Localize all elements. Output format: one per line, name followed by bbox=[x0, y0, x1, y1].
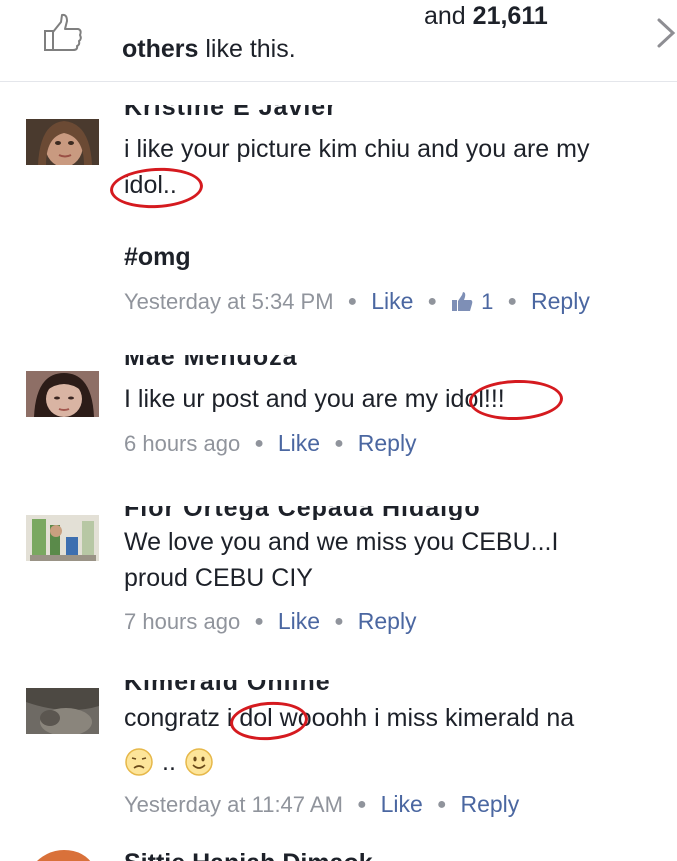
like-link[interactable]: Like bbox=[278, 430, 320, 457]
likes-others: others bbox=[122, 35, 199, 63]
commenter-name[interactable]: Flor Ortega Cepada Hidalgo bbox=[124, 506, 624, 520]
likes-count-badge[interactable]: 1 bbox=[481, 289, 493, 315]
likes-count: 21,611 bbox=[472, 2, 548, 30]
like-link[interactable]: Like bbox=[371, 288, 413, 315]
smile-face-emoji-icon bbox=[185, 748, 213, 776]
avatar[interactable] bbox=[26, 846, 99, 861]
separator-dot: ● bbox=[347, 292, 358, 310]
avatar[interactable] bbox=[26, 515, 99, 561]
chevron-right-icon[interactable] bbox=[654, 16, 677, 50]
comment-text-line: proud CEBU CIY bbox=[124, 564, 313, 592]
timestamp: Yesterday at 11:47 AM bbox=[124, 791, 343, 817]
comment-item: Kimerald Online congratz i dol wooohh i … bbox=[0, 662, 677, 842]
likes-count-line: and 21,611 bbox=[424, 2, 548, 31]
separator-dot: ● bbox=[254, 434, 264, 452]
avatar[interactable] bbox=[26, 371, 99, 417]
like-link[interactable]: Like bbox=[278, 608, 320, 635]
likes-others-line: others like this. bbox=[122, 35, 296, 64]
thumbs-up-icon[interactable] bbox=[42, 12, 84, 54]
avatar[interactable] bbox=[26, 688, 99, 734]
separator-dot: ● bbox=[507, 292, 518, 310]
sad-face-emoji-icon bbox=[125, 748, 153, 776]
timestamp: 7 hours ago bbox=[124, 608, 241, 634]
comment-meta: 7 hours ago ● Like ● Reply bbox=[124, 608, 417, 635]
comment-item: Flor Ortega Cepada Hidalgo We love you a… bbox=[0, 482, 677, 662]
comment-text-line: i like your picture kim chiu and you are… bbox=[124, 135, 590, 163]
timestamp: Yesterday at 5:34 PM bbox=[124, 288, 334, 314]
like-link[interactable]: Like bbox=[381, 791, 423, 818]
likes-suffix: like this. bbox=[205, 35, 296, 63]
comment-meta: 6 hours ago ● Like ● Reply bbox=[124, 430, 417, 457]
reply-link[interactable]: Reply bbox=[531, 288, 590, 315]
avatar[interactable] bbox=[26, 119, 99, 165]
thumbs-up-small-icon bbox=[452, 291, 473, 311]
separator-dot: ● bbox=[334, 434, 344, 452]
reply-link[interactable]: Reply bbox=[460, 791, 519, 818]
separator-dot: ● bbox=[334, 612, 344, 630]
reply-link[interactable]: Reply bbox=[358, 430, 417, 457]
comment-text: I like ur post and you are my idol!!! bbox=[124, 381, 664, 417]
comment-text: i like your picture kim chiu and you are… bbox=[124, 131, 664, 275]
comment-text: congratz i dol wooohh i miss kimerald na… bbox=[124, 700, 664, 780]
likes-summary[interactable]: and 21,611 others like this. bbox=[0, 0, 677, 82]
comment-meta: Yesterday at 5:34 PM ● Like ● 1 ● Reply bbox=[124, 288, 590, 315]
comment-text: We love you and we miss you CEBU...I pro… bbox=[124, 524, 664, 596]
commenter-name[interactable]: Kristine E Javier bbox=[124, 105, 624, 119]
commenter-name[interactable]: Sittie Haniah Dimaok bbox=[124, 846, 524, 861]
likes-prefix: and bbox=[424, 2, 466, 30]
commenter-name[interactable]: Kimerald Online bbox=[124, 680, 624, 694]
comment-text-line: We love you and we miss you CEBU...I bbox=[124, 528, 559, 556]
emoji-separator: .. bbox=[162, 748, 176, 776]
comment-item: Mae Mendoza I like ur post and you are m… bbox=[0, 332, 677, 482]
separator-dot: ● bbox=[356, 795, 367, 813]
comment-text-line: I like ur post and you are my idol!!! bbox=[124, 385, 505, 413]
comment-item: Kristine E Javier i like your picture ki… bbox=[0, 82, 677, 332]
separator-dot: ● bbox=[254, 612, 264, 630]
timestamp: 6 hours ago bbox=[124, 430, 241, 456]
separator-dot: ● bbox=[436, 795, 447, 813]
comment-meta: Yesterday at 11:47 AM ● Like ● Reply bbox=[124, 791, 519, 818]
hashtag[interactable]: #omg bbox=[124, 239, 664, 275]
commenter-name[interactable]: Mae Mendoza bbox=[124, 355, 624, 369]
separator-dot: ● bbox=[427, 292, 438, 310]
comment-text-line: idol.. bbox=[124, 171, 177, 199]
comment-text-line: congratz i dol wooohh i miss kimerald na bbox=[124, 704, 575, 732]
reply-link[interactable]: Reply bbox=[358, 608, 417, 635]
